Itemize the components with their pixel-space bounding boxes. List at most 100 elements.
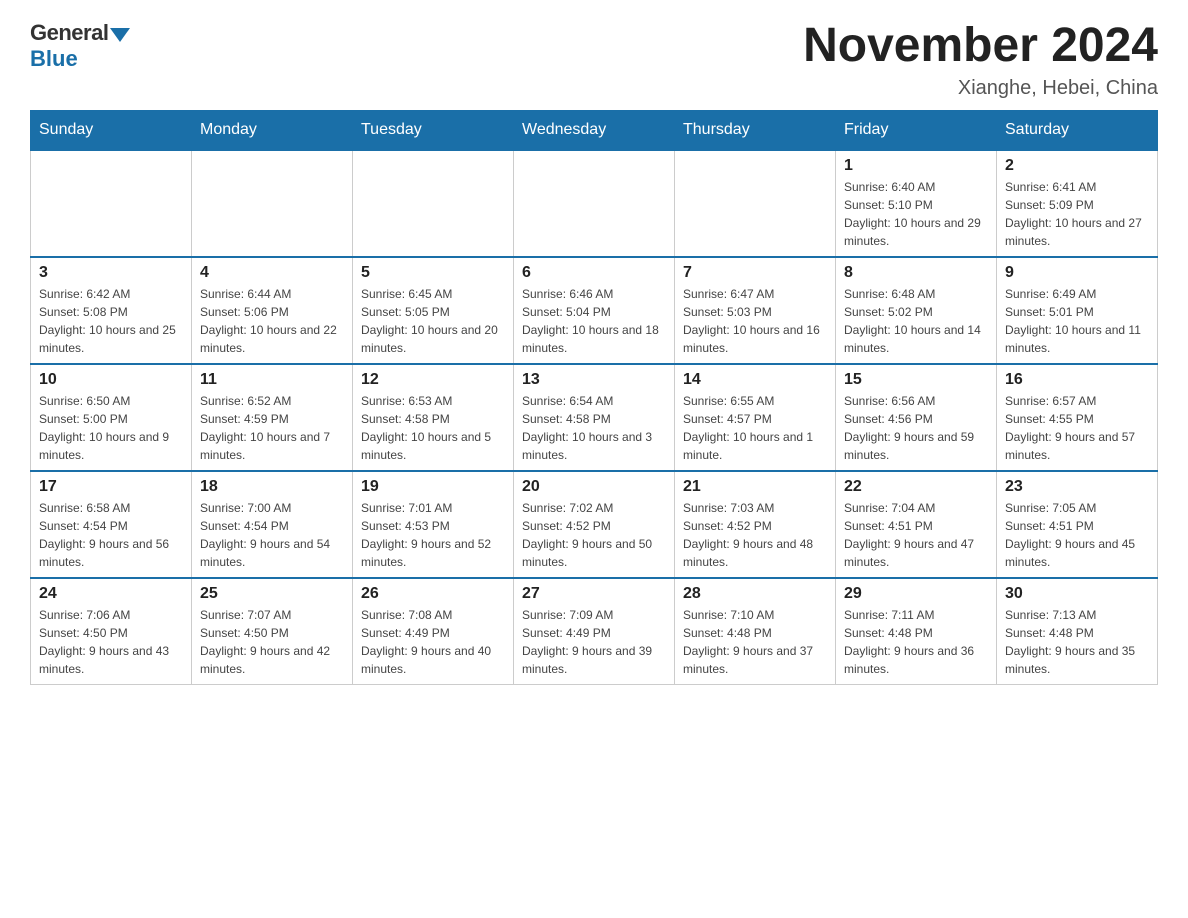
calendar-cell xyxy=(514,150,675,257)
calendar-cell: 21Sunrise: 7:03 AMSunset: 4:52 PMDayligh… xyxy=(675,471,836,578)
calendar-cell: 3 Sunrise: 6:42 AMSunset: 5:08 PMDaylight… xyxy=(31,257,192,364)
weekday-header-wednesday: Wednesday xyxy=(514,110,675,150)
day-info: Sunrise: 7:02 AMSunset: 4:52 PMDaylight:… xyxy=(522,499,666,571)
day-number: 22 xyxy=(844,478,988,496)
day-number: 4 xyxy=(200,264,344,282)
month-title: November 2024 xyxy=(803,20,1158,73)
calendar-week-3: 10Sunrise: 6:50 AMSunset: 5:00 PMDayligh… xyxy=(31,364,1158,471)
day-number: 9 xyxy=(1005,264,1149,282)
calendar-cell: 2Sunrise: 6:41 AMSunset: 5:09 PMDaylight… xyxy=(997,150,1158,257)
day-number: 25 xyxy=(200,585,344,603)
day-number: 17 xyxy=(39,478,183,496)
day-number: 12 xyxy=(361,371,505,389)
day-number: 21 xyxy=(683,478,827,496)
day-info: Sunrise: 7:05 AMSunset: 4:51 PMDaylight:… xyxy=(1005,499,1149,571)
calendar-cell: 25 Sunrise: 7:07 AMSunset: 4:50 PMDayligh… xyxy=(192,578,353,685)
day-info: Sunrise: 6:42 AMSunset: 5:08 PMDaylight:… xyxy=(39,285,183,357)
day-number: 30 xyxy=(1005,585,1149,603)
day-info: Sunrise: 6:46 AMSunset: 5:04 PMDaylight:… xyxy=(522,285,666,357)
day-number: 27 xyxy=(522,585,666,603)
logo-blue-text: Blue xyxy=(30,46,78,72)
calendar-cell: 29 Sunrise: 7:11 AMSunset: 4:48 PMDayligh… xyxy=(836,578,997,685)
calendar-cell: 16 Sunrise: 6:57 AMSunset: 4:55 PMDayligh… xyxy=(997,364,1158,471)
day-info: Sunrise: 7:13 AMSunset: 4:48 PMDaylight:… xyxy=(1005,606,1149,678)
calendar-cell xyxy=(353,150,514,257)
day-info: Sunrise: 7:07 AMSunset: 4:50 PMDaylight:… xyxy=(200,606,344,678)
calendar-cell: 24 Sunrise: 7:06 AMSunset: 4:50 PMDayligh… xyxy=(31,578,192,685)
day-info: Sunrise: 7:11 AMSunset: 4:48 PMDaylight:… xyxy=(844,606,988,678)
day-info: Sunrise: 7:06 AMSunset: 4:50 PMDaylight:… xyxy=(39,606,183,678)
location-text: Xianghe, Hebei, China xyxy=(803,77,1158,100)
day-info: Sunrise: 7:08 AMSunset: 4:49 PMDaylight:… xyxy=(361,606,505,678)
calendar-week-2: 3 Sunrise: 6:42 AMSunset: 5:08 PMDaylight… xyxy=(31,257,1158,364)
calendar-cell: 5 Sunrise: 6:45 AMSunset: 5:05 PMDaylight… xyxy=(353,257,514,364)
day-info: Sunrise: 6:57 AMSunset: 4:55 PMDaylight:… xyxy=(1005,392,1149,464)
day-info: Sunrise: 7:09 AMSunset: 4:49 PMDaylight:… xyxy=(522,606,666,678)
day-number: 16 xyxy=(1005,371,1149,389)
day-number: 8 xyxy=(844,264,988,282)
calendar-cell: 19 Sunrise: 7:01 AMSunset: 4:53 PMDayligh… xyxy=(353,471,514,578)
weekday-header-saturday: Saturday xyxy=(997,110,1158,150)
day-info: Sunrise: 6:44 AMSunset: 5:06 PMDaylight:… xyxy=(200,285,344,357)
weekday-header-friday: Friday xyxy=(836,110,997,150)
weekday-header-thursday: Thursday xyxy=(675,110,836,150)
calendar-cell: 30 Sunrise: 7:13 AMSunset: 4:48 PMDayligh… xyxy=(997,578,1158,685)
page-header: General Blue November 2024 Xianghe, Hebe… xyxy=(30,20,1158,100)
weekday-header-sunday: Sunday xyxy=(31,110,192,150)
calendar-cell: 11 Sunrise: 6:52 AMSunset: 4:59 PMDayligh… xyxy=(192,364,353,471)
day-info: Sunrise: 6:54 AMSunset: 4:58 PMDaylight:… xyxy=(522,392,666,464)
calendar-table: SundayMondayTuesdayWednesdayThursdayFrid… xyxy=(30,110,1158,685)
calendar-cell: 22 Sunrise: 7:04 AMSunset: 4:51 PMDayligh… xyxy=(836,471,997,578)
day-info: Sunrise: 7:10 AMSunset: 4:48 PMDaylight:… xyxy=(683,606,827,678)
day-info: Sunrise: 6:58 AMSunset: 4:54 PMDaylight:… xyxy=(39,499,183,571)
day-info: Sunrise: 6:53 AMSunset: 4:58 PMDaylight:… xyxy=(361,392,505,464)
calendar-cell: 26 Sunrise: 7:08 AMSunset: 4:49 PMDayligh… xyxy=(353,578,514,685)
day-number: 5 xyxy=(361,264,505,282)
day-info: Sunrise: 6:55 AMSunset: 4:57 PMDaylight:… xyxy=(683,392,827,464)
day-number: 3 xyxy=(39,264,183,282)
day-info: Sunrise: 7:04 AMSunset: 4:51 PMDaylight:… xyxy=(844,499,988,571)
calendar-cell: 15 Sunrise: 6:56 AMSunset: 4:56 PMDayligh… xyxy=(836,364,997,471)
day-info: Sunrise: 7:01 AMSunset: 4:53 PMDaylight:… xyxy=(361,499,505,571)
calendar-cell: 6Sunrise: 6:46 AMSunset: 5:04 PMDaylight… xyxy=(514,257,675,364)
logo-arrow-icon xyxy=(110,28,130,42)
day-number: 26 xyxy=(361,585,505,603)
logo-general-text: General xyxy=(30,20,108,46)
calendar-week-1: 1 Sunrise: 6:40 AMSunset: 5:10 PMDaylight… xyxy=(31,150,1158,257)
calendar-cell: 28Sunrise: 7:10 AMSunset: 4:48 PMDayligh… xyxy=(675,578,836,685)
day-info: Sunrise: 6:45 AMSunset: 5:05 PMDaylight:… xyxy=(361,285,505,357)
day-info: Sunrise: 6:47 AMSunset: 5:03 PMDaylight:… xyxy=(683,285,827,357)
day-number: 10 xyxy=(39,371,183,389)
day-number: 15 xyxy=(844,371,988,389)
calendar-cell: 17 Sunrise: 6:58 AMSunset: 4:54 PMDayligh… xyxy=(31,471,192,578)
day-number: 20 xyxy=(522,478,666,496)
calendar-cell xyxy=(31,150,192,257)
calendar-cell: 14 Sunrise: 6:55 AMSunset: 4:57 PMDayligh… xyxy=(675,364,836,471)
day-info: Sunrise: 6:52 AMSunset: 4:59 PMDaylight:… xyxy=(200,392,344,464)
weekday-header-tuesday: Tuesday xyxy=(353,110,514,150)
day-number: 18 xyxy=(200,478,344,496)
day-info: Sunrise: 6:48 AMSunset: 5:02 PMDaylight:… xyxy=(844,285,988,357)
weekday-header-monday: Monday xyxy=(192,110,353,150)
day-number: 29 xyxy=(844,585,988,603)
day-number: 24 xyxy=(39,585,183,603)
calendar-cell: 18Sunrise: 7:00 AMSunset: 4:54 PMDayligh… xyxy=(192,471,353,578)
day-number: 1 xyxy=(844,157,988,175)
calendar-cell xyxy=(675,150,836,257)
calendar-cell: 7 Sunrise: 6:47 AMSunset: 5:03 PMDaylight… xyxy=(675,257,836,364)
calendar-cell xyxy=(192,150,353,257)
calendar-cell: 20 Sunrise: 7:02 AMSunset: 4:52 PMDayligh… xyxy=(514,471,675,578)
day-number: 7 xyxy=(683,264,827,282)
calendar-cell: 27 Sunrise: 7:09 AMSunset: 4:49 PMDayligh… xyxy=(514,578,675,685)
day-info: Sunrise: 6:56 AMSunset: 4:56 PMDaylight:… xyxy=(844,392,988,464)
calendar-cell: 12 Sunrise: 6:53 AMSunset: 4:58 PMDayligh… xyxy=(353,364,514,471)
day-number: 23 xyxy=(1005,478,1149,496)
calendar-week-5: 24 Sunrise: 7:06 AMSunset: 4:50 PMDayligh… xyxy=(31,578,1158,685)
day-number: 11 xyxy=(200,371,344,389)
weekday-header-row: SundayMondayTuesdayWednesdayThursdayFrid… xyxy=(31,110,1158,150)
day-number: 19 xyxy=(361,478,505,496)
day-info: Sunrise: 6:40 AMSunset: 5:10 PMDaylight:… xyxy=(844,178,988,250)
title-section: November 2024 Xianghe, Hebei, China xyxy=(803,20,1158,100)
day-info: Sunrise: 6:41 AMSunset: 5:09 PMDaylight:… xyxy=(1005,178,1149,250)
day-number: 14 xyxy=(683,371,827,389)
